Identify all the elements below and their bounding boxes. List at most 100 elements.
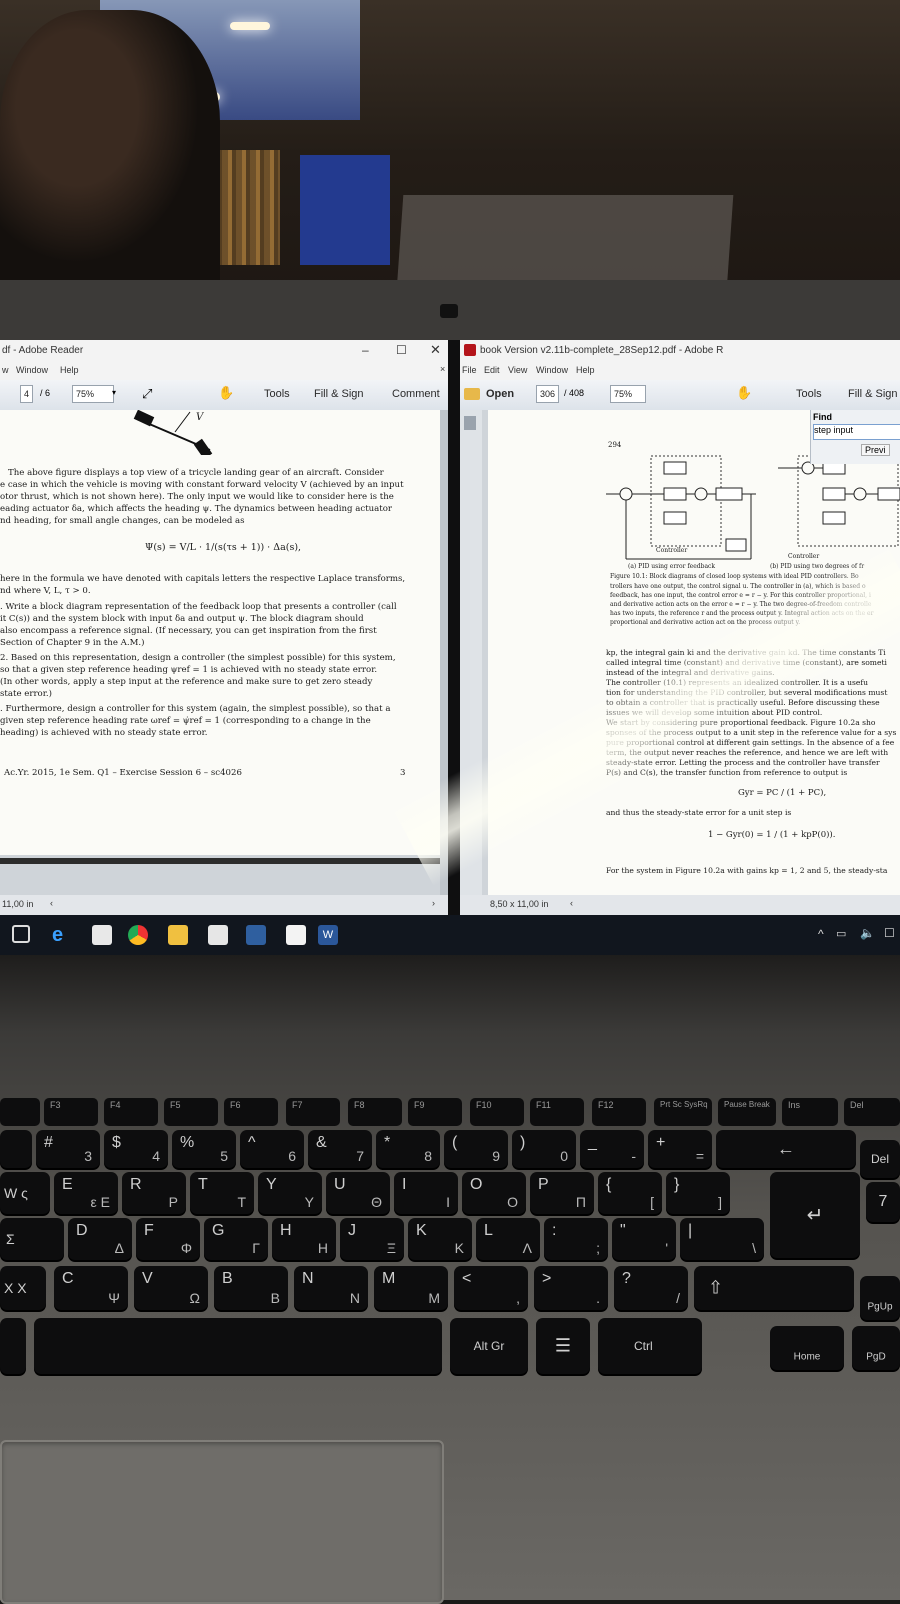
key-ctrl[interactable]: Ctrl: [598, 1318, 702, 1374]
key-v[interactable]: VΩ: [134, 1266, 208, 1310]
key-upper: G: [212, 1222, 225, 1239]
key-pgup[interactable]: PgUp: [860, 1276, 900, 1320]
key-h[interactable]: HH: [272, 1218, 336, 1260]
key-semicolon[interactable]: :;: [544, 1218, 608, 1260]
key-upper: L: [484, 1222, 493, 1239]
key-c[interactable]: CΨ: [54, 1266, 128, 1310]
key-pgdn[interactable]: PgD: [852, 1326, 900, 1370]
key-ins[interactable]: Ins: [782, 1098, 838, 1126]
key-e[interactable]: Eε Ε: [54, 1172, 118, 1214]
key-esc[interactable]: [0, 1098, 40, 1126]
key-6[interactable]: ^ 6: [240, 1130, 304, 1168]
key-del-top[interactable]: Del: [844, 1098, 900, 1126]
key-n[interactable]: NN: [294, 1266, 368, 1310]
key-lower: Ξ: [386, 1240, 396, 1256]
key-0[interactable]: ) 0: [512, 1130, 576, 1168]
key-i[interactable]: II: [394, 1172, 458, 1214]
key-altgr[interactable]: Alt Gr: [450, 1318, 528, 1374]
key-label: Σ: [6, 1231, 15, 1247]
key-f10[interactable]: F10: [470, 1098, 524, 1126]
key-9[interactable]: (9: [444, 1130, 508, 1168]
key-label: X X: [4, 1280, 27, 1296]
key-u[interactable]: UΘ: [326, 1172, 390, 1214]
key-label: Pause Break: [724, 1100, 770, 1109]
key-right-shift[interactable]: ⇧: [694, 1266, 854, 1310]
key-lower: \: [752, 1240, 756, 1256]
key-k[interactable]: KK: [408, 1218, 472, 1260]
key-b[interactable]: BB: [214, 1266, 288, 1310]
key-label: Del: [870, 1152, 889, 1166]
key-2[interactable]: [0, 1130, 32, 1168]
key-x[interactable]: X X: [0, 1266, 46, 1310]
key-upper: D: [76, 1222, 88, 1239]
key-upper: &: [316, 1134, 327, 1151]
key-label: F3: [50, 1100, 61, 1110]
key-equals[interactable]: + =: [648, 1130, 712, 1168]
key-d[interactable]: DΔ: [68, 1218, 132, 1260]
key-fn[interactable]: [0, 1318, 26, 1374]
key-upper: %: [180, 1134, 195, 1151]
key-l[interactable]: LΛ: [476, 1218, 540, 1260]
key-upper: +: [656, 1134, 666, 1151]
key-del[interactable]: Del: [860, 1140, 900, 1178]
key-period[interactable]: >.: [534, 1266, 608, 1310]
key-space[interactable]: [34, 1318, 442, 1374]
key-f5[interactable]: F5: [164, 1098, 218, 1126]
key-f7[interactable]: F7: [286, 1098, 340, 1126]
key-label: W ς: [4, 1185, 28, 1201]
key-8[interactable]: * 8: [376, 1130, 440, 1168]
key-enter[interactable]: ↵: [770, 1172, 860, 1258]
key-w[interactable]: W ς: [0, 1172, 50, 1214]
key-pause[interactable]: Pause Break: [718, 1098, 776, 1126]
key-slash[interactable]: ? /: [614, 1266, 688, 1310]
key-upper: (: [452, 1134, 458, 1151]
key-numpad-7[interactable]: 7: [866, 1182, 900, 1222]
key-5[interactable]: % 5: [172, 1130, 236, 1168]
key-home[interactable]: Home: [770, 1326, 844, 1370]
key-label: PgD: [866, 1351, 886, 1363]
key-lower: Γ: [252, 1240, 260, 1256]
key-label: Ins: [788, 1100, 801, 1110]
key-menu[interactable]: ☰: [536, 1318, 590, 1374]
key-f6[interactable]: F6: [224, 1098, 278, 1126]
key-left-bracket[interactable]: {[: [598, 1172, 662, 1214]
key-g[interactable]: GΓ: [204, 1218, 268, 1260]
key-prtsc[interactable]: Prt Sc SysRq: [654, 1098, 712, 1126]
key-upper: {: [606, 1176, 612, 1193]
key-label: 7: [878, 1193, 888, 1210]
key-upper: :: [552, 1222, 557, 1239]
key-f4[interactable]: F4: [104, 1098, 158, 1126]
key-quote[interactable]: " ': [612, 1218, 676, 1260]
key-minus[interactable]: _ -: [580, 1130, 644, 1168]
key-lower: 8: [424, 1148, 432, 1164]
key-f[interactable]: FΦ: [136, 1218, 200, 1260]
key-upper: _: [588, 1134, 597, 1151]
key-y[interactable]: YY: [258, 1172, 322, 1214]
key-7[interactable]: & 7: [308, 1130, 372, 1168]
key-r[interactable]: RP: [122, 1172, 186, 1214]
key-right-bracket[interactable]: }]: [666, 1172, 730, 1214]
key-backslash[interactable]: | \: [680, 1218, 764, 1260]
key-f9[interactable]: F9: [408, 1098, 462, 1126]
key-backspace[interactable]: ←: [716, 1130, 856, 1168]
key-f12[interactable]: F12: [592, 1098, 646, 1126]
key-label: PgUp: [867, 1301, 893, 1313]
touchpad[interactable]: [0, 1440, 444, 1604]
key-t[interactable]: TT: [190, 1172, 254, 1214]
key-f11[interactable]: F11: [530, 1098, 584, 1126]
key-upper: F: [144, 1222, 154, 1239]
key-f8[interactable]: F8: [348, 1098, 402, 1126]
key-o[interactable]: OO: [462, 1172, 526, 1214]
key-upper: I: [402, 1176, 407, 1193]
key-m[interactable]: MM: [374, 1266, 448, 1310]
key-4[interactable]: $4: [104, 1130, 168, 1168]
key-p[interactable]: PΠ: [530, 1172, 594, 1214]
key-lower: 6: [288, 1148, 296, 1164]
key-j[interactable]: JΞ: [340, 1218, 404, 1260]
key-comma[interactable]: <,: [454, 1266, 528, 1310]
key-lower: P: [168, 1194, 178, 1210]
key-label: Ctrl: [634, 1339, 653, 1353]
key-s[interactable]: Σ: [0, 1218, 64, 1260]
key-f3[interactable]: F3: [44, 1098, 98, 1126]
key-3[interactable]: #3: [36, 1130, 100, 1168]
